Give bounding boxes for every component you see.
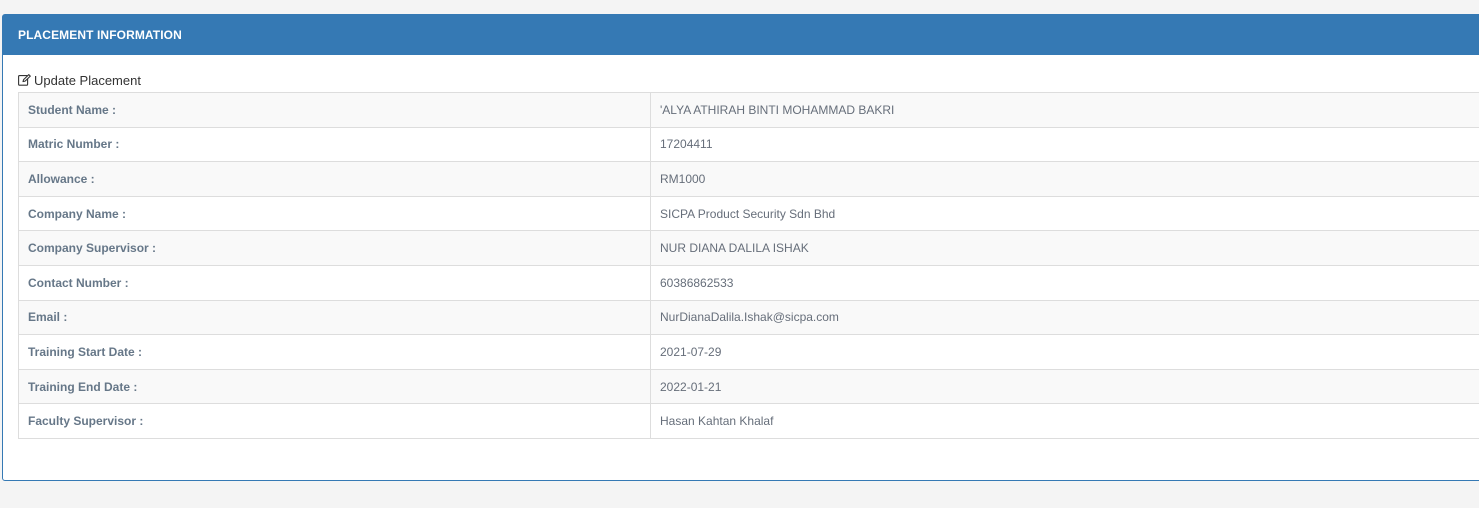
field-label-student-name: Student Name : [18,92,651,128]
table-row: Email : NurDianaDalila.Ishak@sicpa.com [18,299,1479,336]
panel-body: Update Placement Student Name : 'ALYA AT… [3,55,1479,439]
field-label-training-end-date: Training End Date : [18,368,651,405]
field-label-contact-number: Contact Number : [18,264,651,301]
update-placement-label: Update Placement [34,72,141,88]
table-row: Faculty Supervisor : Hasan Kahtan Khalaf [18,403,1479,439]
field-value-contact-number: 60386862533 [650,264,1479,301]
table-row: Company Name : SICPA Product Security Sd… [18,195,1479,232]
panel-title: PLACEMENT INFORMATION [3,15,1479,55]
table-row: Allowance : RM1000 [18,161,1479,197]
table-row: Training End Date : 2022-01-21 [18,368,1479,405]
field-value-matric-number: 17204411 [650,126,1479,163]
field-label-email: Email : [18,299,651,336]
table-row: Training Start Date : 2021-07-29 [18,334,1479,370]
edit-icon [18,74,31,86]
field-value-student-name: 'ALYA ATHIRAH BINTI MOHAMMAD BAKRI [650,92,1479,128]
field-value-training-start-date: 2021-07-29 [650,334,1479,370]
placement-information-panel: PLACEMENT INFORMATION Update Placement S… [2,14,1479,481]
field-value-email: NurDianaDalila.Ishak@sicpa.com [650,299,1479,336]
update-placement-link[interactable]: Update Placement [18,71,141,89]
field-label-faculty-supervisor: Faculty Supervisor : [18,403,651,439]
field-label-company-name: Company Name : [18,195,651,232]
table-row: Matric Number : 17204411 [18,126,1479,163]
placement-info-table: Student Name : 'ALYA ATHIRAH BINTI MOHAM… [18,92,1479,439]
field-value-training-end-date: 2022-01-21 [650,368,1479,405]
table-row: Contact Number : 60386862533 [18,264,1479,301]
field-value-company-supervisor: NUR DIANA DALILA ISHAK [650,230,1479,266]
field-value-company-name: SICPA Product Security Sdn Bhd [650,195,1479,232]
table-row: Student Name : 'ALYA ATHIRAH BINTI MOHAM… [18,92,1479,128]
field-label-matric-number: Matric Number : [18,126,651,163]
field-label-allowance: Allowance : [18,161,651,197]
field-label-company-supervisor: Company Supervisor : [18,230,651,266]
field-value-allowance: RM1000 [650,161,1479,197]
table-row: Company Supervisor : NUR DIANA DALILA IS… [18,230,1479,266]
field-label-training-start-date: Training Start Date : [18,334,651,370]
field-value-faculty-supervisor: Hasan Kahtan Khalaf [650,403,1479,439]
